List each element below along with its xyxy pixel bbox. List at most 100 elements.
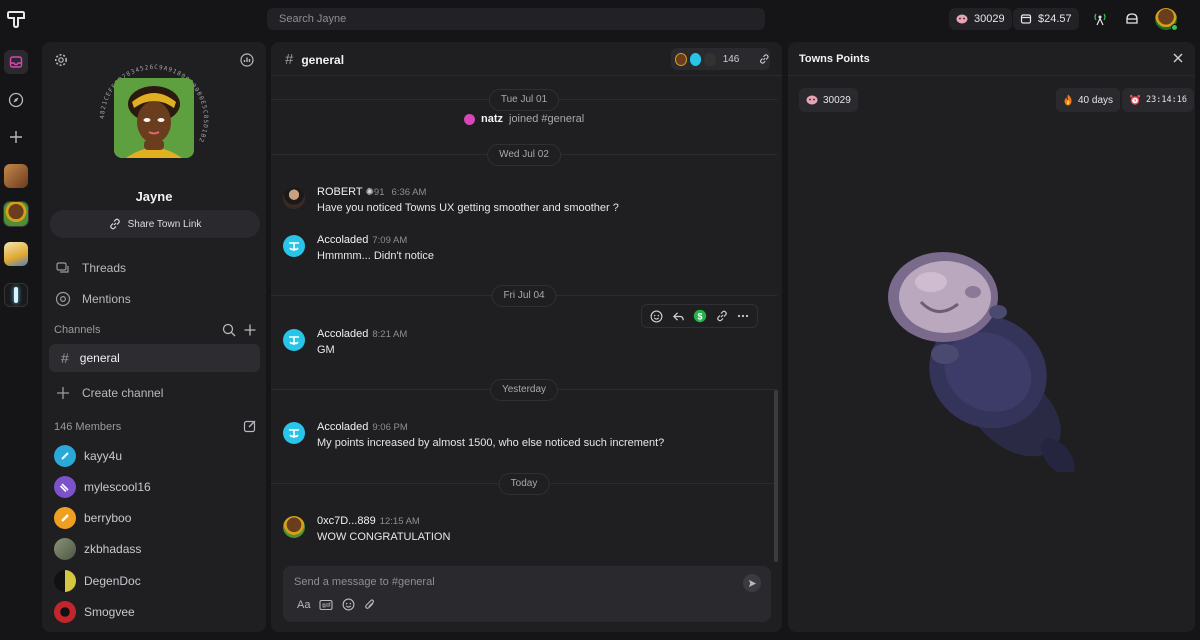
gif-icon[interactable] <box>319 599 334 611</box>
town-avatar-4[interactable] <box>4 283 28 307</box>
member-name: berryboo <box>84 511 132 525</box>
channel-title-label: general <box>301 52 345 67</box>
message-input[interactable]: Send a message to #general <box>294 576 435 588</box>
share-town-link-button[interactable]: Share Town Link <box>50 210 260 238</box>
copy-link-icon[interactable] <box>716 310 728 322</box>
link-icon[interactable] <box>759 53 770 65</box>
message-author[interactable]: Accoladed <box>317 328 368 340</box>
threads-label: Threads <box>82 261 127 275</box>
date-label: Yesterday <box>489 379 559 401</box>
balance-value: $24.57 <box>1038 13 1072 25</box>
message-avatar[interactable] <box>283 422 305 444</box>
message-author[interactable]: 0xc7D...889 <box>317 515 376 527</box>
profile-card-button[interactable] <box>1121 8 1143 30</box>
mentions-nav[interactable]: Mentions <box>54 288 131 310</box>
panel-title: Towns Points <box>799 53 870 65</box>
search-channels-icon[interactable] <box>222 323 236 337</box>
message-author-row: Accoladed 8:21 AM <box>317 328 407 340</box>
light-icon <box>14 287 18 303</box>
member-name: kayy4u <box>84 449 123 463</box>
chat-scrollbar[interactable] <box>774 390 778 562</box>
message-author-row: 0xc7D...889 12:15 AM <box>317 515 420 527</box>
format-text-button[interactable]: Aa <box>297 599 310 611</box>
channel-general[interactable]: # general <box>49 344 260 372</box>
send-button[interactable] <box>743 574 761 592</box>
broadcast-button[interactable] <box>1089 8 1111 30</box>
antenna-icon <box>1094 13 1106 26</box>
otter-points-icon <box>956 14 968 24</box>
link-icon <box>109 218 120 230</box>
points-pill[interactable]: 30029 <box>949 8 1012 30</box>
settings-gear-icon[interactable] <box>54 53 68 67</box>
town-sidebar: 4821CEFF8D7834526C9A9180000000E5C85D1B2 … <box>42 42 266 632</box>
explore-button[interactable] <box>4 88 28 112</box>
message-author[interactable]: ROBERT <box>317 186 362 198</box>
towns-logo[interactable] <box>6 9 26 29</box>
user-avatar[interactable] <box>1155 8 1178 31</box>
threads-icon <box>54 259 72 277</box>
create-channel-button[interactable]: Create channel <box>54 382 163 404</box>
member-name: DegenDoc <box>84 574 141 588</box>
message-time: 12:15 AM <box>379 516 420 527</box>
message-avatar[interactable] <box>283 187 305 209</box>
chat-header: # general 146 <box>271 42 782 76</box>
compass-icon <box>8 92 24 108</box>
town-avatar-1[interactable] <box>4 164 28 188</box>
town-avatar-2[interactable] <box>3 201 29 227</box>
message-avatar[interactable] <box>283 235 305 257</box>
more-options-icon[interactable] <box>737 310 749 322</box>
inbox-button[interactable] <box>4 50 28 74</box>
message-text: WOW CONGRATULATION <box>317 531 451 543</box>
channel-chat: # general 146 Tue Jul 01 natz joined #ge… <box>271 42 782 632</box>
message-author-row: Accoladed 9:06 PM <box>317 421 408 433</box>
add-town-button[interactable] <box>4 125 28 149</box>
add-channel-icon[interactable] <box>243 323 257 337</box>
member-name: zkbhadass <box>84 542 142 556</box>
profile-picture[interactable] <box>114 78 194 158</box>
attachment-icon[interactable] <box>364 598 376 611</box>
reply-icon[interactable] <box>672 310 685 323</box>
emoji-icon[interactable] <box>342 598 355 611</box>
close-icon[interactable] <box>1171 51 1185 65</box>
channel-title[interactable]: # general <box>285 51 344 68</box>
tip-dollar-icon[interactable]: $ <box>693 309 707 323</box>
member-stack-button[interactable]: 146 <box>671 48 770 70</box>
message-author-row: Accoladed 7:09 AM <box>317 234 407 246</box>
member-row[interactable]: mylescool16 <box>54 475 151 499</box>
message-time: 9:06 PM <box>372 422 408 433</box>
join-event-user: natz <box>481 113 503 125</box>
wallet-pill[interactable]: $24.57 <box>1013 8 1079 30</box>
date-divider: Tue Jul 01 <box>271 89 777 111</box>
points-balance-value: 30029 <box>823 94 851 106</box>
search-input[interactable]: Search Jayne <box>267 8 765 30</box>
message-author[interactable]: Accoladed <box>317 234 368 246</box>
message-composer[interactable]: Send a message to #general Aa <box>283 566 771 622</box>
member-row[interactable]: Smogvee <box>54 600 135 624</box>
date-divider: Wed Jul 02 <box>271 144 777 166</box>
member-row[interactable]: zkbhadass <box>54 537 141 561</box>
member-stack-avatar <box>675 52 687 66</box>
plus-icon <box>10 131 22 143</box>
member-row[interactable]: kayy4u <box>54 444 122 468</box>
hash-icon: # <box>285 51 294 68</box>
date-label: Today <box>498 473 550 495</box>
server-rail <box>0 40 38 640</box>
add-reaction-icon[interactable] <box>650 310 663 323</box>
member-row[interactable]: berryboo <box>54 506 131 530</box>
town-avatar-3[interactable] <box>4 242 28 266</box>
threads-nav[interactable]: Threads <box>54 257 126 279</box>
profile-portrait-image <box>114 78 194 158</box>
activity-chart-icon[interactable] <box>240 53 254 67</box>
date-label: Wed Jul 02 <box>487 144 561 166</box>
message-author[interactable]: Accoladed <box>317 421 368 433</box>
date-label: Fri Jul 04 <box>491 285 557 307</box>
message-avatar[interactable] <box>283 516 305 538</box>
edit-icon[interactable] <box>243 419 257 433</box>
message-time: 8:21 AM <box>372 329 408 340</box>
member-count: 146 <box>722 53 740 65</box>
message-avatar[interactable] <box>283 329 305 351</box>
hash-icon: # <box>61 350 69 366</box>
member-row[interactable]: DegenDoc <box>54 569 141 593</box>
streak-value: 40 days <box>1078 94 1114 106</box>
member-name: Smogvee <box>84 605 135 619</box>
